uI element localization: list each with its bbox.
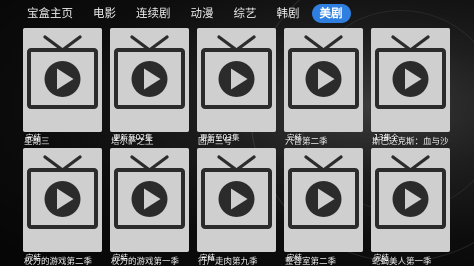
tab-anime[interactable]: 动漫 (183, 4, 222, 23)
video-grid: 完结 星期三 更新至02集 塔尔萨之王 更新至03集 回声三号 完结 六音第二季 13集… (23, 28, 474, 266)
video-card[interactable]: 完结 六音第二季 (284, 28, 363, 147)
poster-placeholder (23, 28, 102, 132)
video-title: 六音第二季 (285, 137, 328, 147)
video-card[interactable]: 更新至02集 塔尔萨之王 (110, 28, 189, 147)
video-title: 行尸走肉第九季 (198, 257, 258, 266)
poster-placeholder (371, 28, 450, 132)
video-card[interactable]: 完结 星期三 (23, 28, 102, 147)
poster-placeholder (284, 148, 363, 252)
tab-korean-drama[interactable]: 韩剧 (269, 4, 308, 23)
tv-play-icon (114, 35, 185, 109)
video-title: 星期三 (24, 137, 50, 147)
tab-variety[interactable]: 综艺 (226, 4, 265, 23)
video-card[interactable]: 完结 整容室第二季 (284, 148, 363, 266)
tv-app-screen: 宝盒主页 电影 连续剧 动漫 综艺 韩剧 美剧 完结 星期三 更新至02集 塔尔萨之… (0, 0, 474, 266)
video-card[interactable]: 完结 蛇蝎美人第一季 (371, 148, 450, 266)
tab-us-drama[interactable]: 美剧 (311, 3, 351, 23)
poster-placeholder (110, 148, 189, 252)
poster-placeholder (197, 148, 276, 252)
poster-placeholder (23, 148, 102, 252)
video-card[interactable]: 13集全 斯巴达克斯：血与沙 (371, 28, 450, 147)
video-title: 蛇蝎美人第一季 (372, 257, 432, 266)
video-title: 回声三号 (198, 137, 233, 147)
tv-play-icon (27, 35, 98, 109)
video-card[interactable]: 完结 权力的游戏第二季 (23, 148, 102, 266)
video-title: 权力的游戏第一季 (111, 257, 180, 266)
tv-play-icon (27, 155, 98, 229)
tv-play-icon (375, 155, 446, 229)
poster-placeholder (371, 148, 450, 252)
poster-placeholder (110, 28, 189, 132)
tv-play-icon (201, 155, 272, 229)
video-card[interactable]: 完结 行尸走肉第九季 (197, 148, 276, 266)
video-title: 权力的游戏第二季 (24, 257, 93, 266)
tab-home[interactable]: 宝盒主页 (24, 4, 81, 23)
tv-play-icon (114, 155, 185, 229)
video-title: 斯巴达克斯：血与沙 (372, 137, 449, 147)
tv-play-icon (288, 35, 359, 109)
tv-play-icon (375, 35, 446, 109)
video-card[interactable]: 完结 权力的游戏第一季 (110, 148, 189, 266)
video-title: 整容室第二季 (285, 257, 337, 266)
tv-play-icon (201, 35, 272, 109)
poster-placeholder (284, 28, 363, 132)
tab-movies[interactable]: 电影 (85, 4, 124, 23)
video-title: 塔尔萨之王 (111, 137, 154, 147)
category-tab-bar: 宝盒主页 电影 连续剧 动漫 综艺 韩剧 美剧 (24, 2, 355, 24)
tab-series[interactable]: 连续剧 (128, 4, 179, 23)
video-card[interactable]: 更新至03集 回声三号 (197, 28, 276, 147)
tv-play-icon (288, 155, 359, 229)
poster-placeholder (197, 28, 276, 132)
